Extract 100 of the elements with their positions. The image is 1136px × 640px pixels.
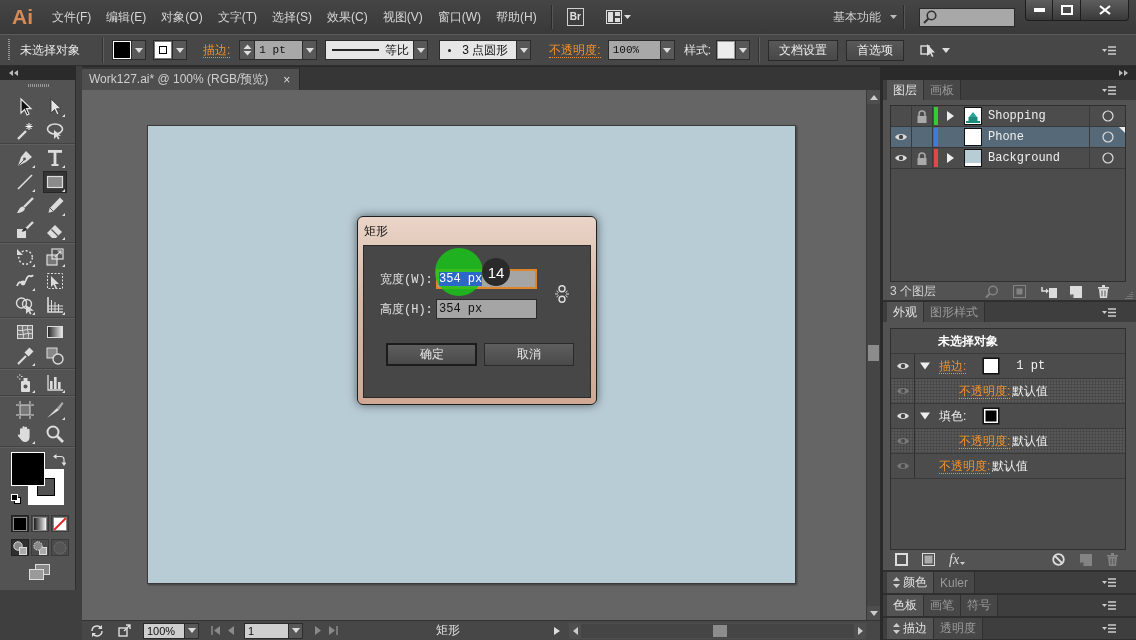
expand-triangle-icon[interactable]	[946, 153, 954, 163]
eye-icon[interactable]	[895, 411, 910, 421]
eye-icon[interactable]	[895, 361, 910, 371]
stroke-swatch-icon[interactable]	[153, 40, 173, 60]
drag-handle-icon[interactable]	[28, 84, 50, 87]
maximize-icon[interactable]	[1053, 0, 1081, 21]
caret-icon[interactable]	[517, 40, 532, 60]
collapse-toggle-icon[interactable]	[893, 623, 900, 634]
close-tab-button[interactable]: ×	[283, 72, 291, 87]
no-sign-icon[interactable]	[1052, 552, 1066, 567]
previous-page-icon[interactable]	[228, 626, 234, 635]
caret-icon[interactable]	[185, 622, 199, 639]
bridge-button[interactable]: Br	[566, 8, 584, 26]
solid-fill-icon[interactable]	[11, 515, 29, 532]
fill-swatch-icon[interactable]	[112, 40, 132, 60]
next-page-icon[interactable]	[315, 626, 321, 635]
sync-icon[interactable]	[90, 623, 104, 638]
target-circle-icon[interactable]	[1101, 152, 1114, 164]
style-swatch-icon[interactable]	[716, 40, 737, 60]
dimension-field[interactable]: 354 px	[436, 299, 537, 319]
scroll-thumb[interactable]	[713, 624, 727, 637]
dialog-button[interactable]: 确定	[386, 343, 477, 366]
drag-handle-icon[interactable]	[8, 39, 10, 61]
panel-tab[interactable]: 图层	[887, 80, 924, 100]
dialog-button[interactable]: 取消	[484, 343, 574, 366]
sublayer-arrow-icon[interactable]	[1041, 284, 1057, 299]
panel-tab[interactable]: 描边	[887, 618, 934, 639]
double-chevron-icon[interactable]	[9, 70, 18, 76]
menu-item[interactable]: 对象(O)	[161, 8, 203, 26]
menu-item[interactable]: 窗口(W)	[437, 8, 481, 26]
target-circle-icon[interactable]	[1101, 131, 1114, 143]
chain-link-icon[interactable]	[555, 285, 569, 303]
last-page-icon[interactable]	[329, 626, 338, 635]
panel-tab[interactable]: 颜色	[887, 572, 934, 593]
layout-icon[interactable]	[605, 10, 631, 24]
expand-triangle-icon[interactable]	[920, 361, 930, 371]
workspace-switcher[interactable]: 基本功能	[833, 8, 897, 26]
layer-row[interactable]: Phone	[891, 127, 1125, 148]
opacity-link[interactable]: 不透明度:	[549, 42, 601, 58]
caret-icon[interactable]	[132, 40, 146, 60]
menu-item[interactable]: 选择(S)	[272, 8, 312, 26]
brush-dropdown[interactable]: 3 点圆形	[439, 40, 518, 60]
screen-mode-icon[interactable]	[29, 564, 50, 580]
square-cursor-icon[interactable]	[920, 42, 937, 58]
opacity-field[interactable]: 100%	[607, 40, 661, 60]
search-field[interactable]	[919, 7, 1015, 27]
artboard-icon[interactable]	[13, 399, 37, 421]
collapse-toggle-icon[interactable]	[893, 577, 900, 588]
draw-behind-icon[interactable]	[31, 539, 49, 556]
caret-icon[interactable]	[942, 47, 951, 53]
gradient-fill-icon[interactable]	[31, 515, 49, 532]
panel-menu-icon[interactable]	[1102, 624, 1116, 633]
panel-menu-icon[interactable]	[1102, 307, 1116, 317]
double-chevron-icon[interactable]	[1119, 70, 1128, 76]
menu-item[interactable]: 帮助(H)	[496, 8, 537, 26]
scroll-thumb[interactable]	[868, 345, 879, 361]
draw-normal-icon[interactable]	[11, 539, 29, 556]
attribute-link[interactable]: 描边:	[939, 358, 967, 374]
stroke-weight-field[interactable]: 1 pt	[254, 40, 304, 60]
new-page-icon[interactable]	[1069, 284, 1085, 299]
toolbar-button[interactable]: 文档设置	[768, 39, 839, 61]
attribute-link[interactable]: 不透明度:	[939, 458, 991, 474]
scale-squares-icon[interactable]	[43, 246, 67, 268]
document-tab[interactable]: Work127.ai* @ 100% (RGB/预览) ×	[82, 69, 301, 90]
caret-icon[interactable]	[414, 40, 429, 60]
status-menu-icon[interactable]	[554, 626, 560, 635]
first-page-icon[interactable]	[211, 626, 220, 635]
eye-icon[interactable]	[894, 153, 908, 163]
zoom-field[interactable]: 100%	[143, 622, 185, 639]
lock-icon[interactable]	[916, 109, 928, 123]
expand-triangle-icon[interactable]	[946, 111, 954, 121]
target-circle-icon[interactable]	[1101, 110, 1114, 122]
resize-grip-icon[interactable]	[1125, 291, 1133, 299]
toolbar-button[interactable]: 首选项	[846, 39, 905, 61]
circles-arrow-icon[interactable]	[13, 294, 37, 316]
no-fill-icon[interactable]	[51, 515, 69, 532]
page-field[interactable]: 1	[244, 622, 289, 639]
swap-arrows-icon[interactable]	[53, 454, 66, 466]
eye-icon[interactable]	[894, 132, 908, 142]
panel-menu-icon[interactable]	[1102, 601, 1116, 610]
menu-item[interactable]: 效果(C)	[327, 8, 368, 26]
layer-row[interactable]: Background	[891, 148, 1125, 169]
caret-icon[interactable]	[289, 622, 303, 639]
color-swatch-icon[interactable]	[982, 357, 1001, 375]
menu-item[interactable]: 文字(T)	[217, 8, 257, 26]
panel-menu-icon[interactable]	[1102, 45, 1116, 55]
rectangle-icon[interactable]	[43, 171, 67, 193]
color-swatch-icon[interactable]	[982, 407, 1001, 425]
panel-menu-icon[interactable]	[1102, 578, 1116, 587]
caret-icon[interactable]	[303, 40, 318, 60]
caret-icon[interactable]	[173, 40, 187, 60]
lock-icon[interactable]	[916, 151, 928, 165]
close-icon[interactable]	[1081, 0, 1129, 21]
menu-item[interactable]: 视图(V)	[382, 8, 423, 26]
minimize-icon[interactable]	[1025, 0, 1053, 21]
panel-tab[interactable]: 色板	[887, 595, 924, 616]
stroke-square-icon[interactable]	[895, 552, 909, 567]
filled-square-icon[interactable]	[922, 552, 936, 567]
panel-tab[interactable]: 外观	[887, 302, 924, 322]
stroke-link[interactable]: 描边:	[203, 42, 231, 58]
